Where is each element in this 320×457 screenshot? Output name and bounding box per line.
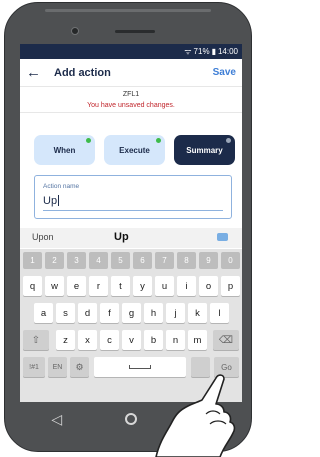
key-6[interactable]: 6	[133, 252, 152, 269]
key-x[interactable]: x	[78, 330, 97, 350]
key-a[interactable]: a	[34, 303, 53, 323]
key-z[interactable]: z	[56, 330, 75, 350]
battery-icon: ▮	[211, 47, 216, 56]
page-title: Add action	[54, 66, 111, 79]
key-5[interactable]: 5	[111, 252, 130, 269]
key-2[interactable]: 2	[45, 252, 64, 269]
nav-home-icon[interactable]	[124, 413, 137, 425]
back-arrow-icon[interactable]: ←	[26, 64, 44, 81]
key-o[interactable]: o	[199, 276, 218, 296]
status-time: 14:00	[217, 47, 238, 56]
tab-when[interactable]: When	[34, 135, 95, 165]
shift-key[interactable]: ⇧	[23, 330, 49, 350]
key-t[interactable]: t	[111, 276, 130, 296]
action-name-value: Up	[43, 195, 58, 207]
key-g[interactable]: g	[122, 303, 141, 323]
key-7[interactable]: 7	[155, 252, 174, 269]
symbols-key[interactable]: !#1	[23, 357, 45, 377]
key-h[interactable]: h	[144, 303, 163, 323]
unsaved-warning: You have unsaved changes.	[20, 102, 242, 113]
app-bar: ← Add action Save	[20, 59, 242, 87]
key-k[interactable]: k	[188, 303, 207, 323]
tab-when-label: When	[53, 145, 76, 155]
key-j[interactable]: j	[166, 303, 185, 323]
key-4[interactable]: 4	[89, 252, 108, 269]
earpiece-speaker	[115, 30, 155, 33]
suggestion-left[interactable]: Upon	[32, 232, 54, 242]
tab-summary-label: Summary	[186, 145, 223, 155]
key-l[interactable]: l	[210, 303, 229, 323]
hand-outline	[155, 374, 236, 457]
key-9[interactable]: 9	[199, 252, 218, 269]
key-u[interactable]: u	[155, 276, 174, 296]
key-d[interactable]: d	[78, 303, 97, 323]
key-m[interactable]: m	[188, 330, 207, 350]
key-n[interactable]: n	[166, 330, 185, 350]
tab-when-status-dot	[86, 138, 91, 143]
phone-screen: ᯤ 71% ▮ 14:00 ← Add action Save ZFL1 You…	[20, 44, 242, 402]
nav-back-icon[interactable]: ◁	[51, 411, 62, 428]
key-r[interactable]: r	[89, 276, 108, 296]
key-q[interactable]: q	[23, 276, 42, 296]
key-p[interactable]: p	[221, 276, 240, 296]
battery-percentage: 71%	[193, 47, 210, 56]
wifi-signal-icon: ᯤ	[184, 47, 192, 56]
tapping-hand-illustration	[155, 374, 236, 457]
tab-execute-label: Execute	[119, 145, 150, 155]
text-caret	[58, 195, 60, 206]
key-v[interactable]: v	[122, 330, 141, 350]
key-0[interactable]: 0	[221, 252, 240, 269]
action-name-input[interactable]: Up	[43, 195, 60, 207]
tab-summary[interactable]: Summary	[174, 135, 235, 165]
save-button[interactable]: Save	[213, 67, 236, 78]
field-underline	[43, 210, 223, 211]
key-f[interactable]: f	[100, 303, 119, 323]
device-label: ZFL1	[122, 91, 140, 98]
phone-edge-highlight	[45, 9, 211, 12]
step-tabs: When Execute Summary	[20, 135, 242, 165]
suggestion-middle[interactable]: Up	[114, 231, 129, 243]
key-y[interactable]: y	[133, 276, 152, 296]
key-3[interactable]: 3	[67, 252, 86, 269]
key-s[interactable]: s	[56, 303, 75, 323]
key-1[interactable]: 1	[23, 252, 42, 269]
tab-execute[interactable]: Execute	[104, 135, 165, 165]
language-key[interactable]: EN	[48, 357, 67, 377]
action-name-label: Action name	[43, 183, 80, 190]
key-c[interactable]: c	[100, 330, 119, 350]
status-bar: ᯤ 71% ▮ 14:00	[20, 44, 242, 59]
backspace-key[interactable]: ⌫	[213, 330, 239, 350]
space-bar-glyph	[129, 365, 151, 369]
key-e[interactable]: e	[67, 276, 86, 296]
tab-execute-status-dot	[156, 138, 161, 143]
keyboard-settings-icon[interactable]: ⚙	[70, 357, 89, 377]
suggestion-bar: Upon Up	[20, 228, 242, 248]
key-w[interactable]: w	[45, 276, 64, 296]
key-b[interactable]: b	[144, 330, 163, 350]
front-camera	[71, 27, 79, 35]
key-8[interactable]: 8	[177, 252, 196, 269]
action-name-field[interactable]: Action name Up	[34, 175, 232, 219]
tab-summary-status-dot	[226, 138, 231, 143]
emoji-keyboard-icon[interactable]	[217, 233, 228, 241]
key-i[interactable]: i	[177, 276, 196, 296]
